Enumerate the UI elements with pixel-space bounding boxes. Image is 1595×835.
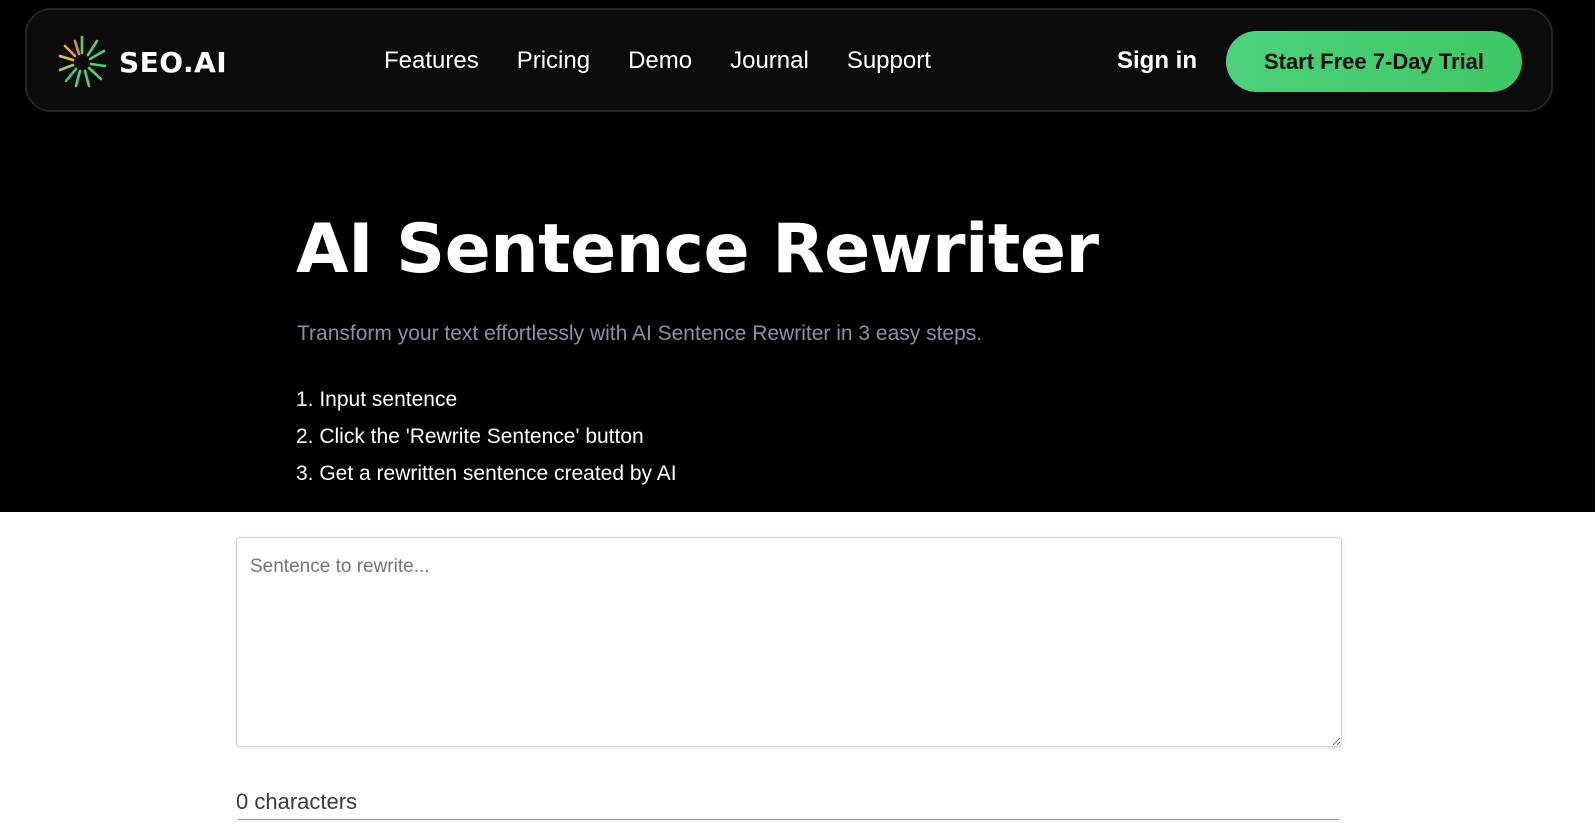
- sentence-input[interactable]: [236, 537, 1342, 747]
- top-navbar: SEO.AI Features Pricing Demo Journal Sup…: [25, 8, 1553, 112]
- start-trial-button[interactable]: Start Free 7-Day Trial: [1226, 31, 1522, 92]
- page-title: AI Sentence Rewriter: [296, 210, 1099, 289]
- steps-list: 1. Input sentence 2. Click the 'Rewrite …: [296, 381, 677, 492]
- sunburst-logo-icon: [57, 35, 107, 89]
- nav-link-demo[interactable]: Demo: [628, 46, 692, 76]
- character-count: 0 characters: [236, 789, 358, 814]
- divider: [238, 819, 1339, 820]
- nav-link-journal[interactable]: Journal: [730, 46, 809, 76]
- logo[interactable]: SEO.AI: [57, 35, 227, 89]
- page-subtitle: Transform your text effortlessly with AI…: [297, 322, 983, 345]
- step-item: 1. Input sentence: [296, 388, 458, 411]
- sign-in-link[interactable]: Sign in: [1117, 46, 1197, 76]
- nav-links: Features Pricing Demo Journal Support: [384, 46, 931, 76]
- step-item: 2. Click the 'Rewrite Sentence' button: [296, 425, 644, 448]
- nav-link-support[interactable]: Support: [847, 46, 931, 76]
- sentence-input-container: [236, 537, 1342, 747]
- brand-name: SEO.AI: [119, 45, 228, 79]
- step-item: 3. Get a rewritten sentence created by A…: [296, 462, 677, 485]
- hero-section: SEO.AI Features Pricing Demo Journal Sup…: [0, 0, 1595, 512]
- nav-link-pricing[interactable]: Pricing: [517, 46, 590, 76]
- nav-link-features[interactable]: Features: [384, 46, 479, 76]
